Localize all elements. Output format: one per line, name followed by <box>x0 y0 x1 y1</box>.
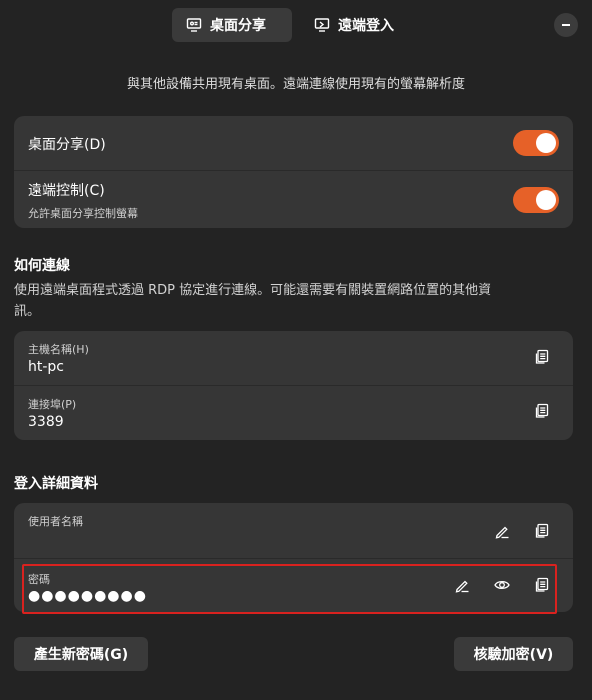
copy-password-button[interactable] <box>528 571 556 599</box>
remote-control-row[interactable]: 遠端控制(C) 允許桌面分享控制螢幕 <box>14 171 573 228</box>
edit-password-button[interactable] <box>448 571 476 599</box>
header-bar: 桌面分享 遠端登入 <box>0 0 592 48</box>
remote-control-switch[interactable] <box>513 187 559 213</box>
minimize-icon <box>562 24 570 26</box>
copy-icon <box>535 403 549 418</box>
desktop-sharing-switch[interactable] <box>513 130 559 156</box>
copy-port-button[interactable] <box>528 397 556 425</box>
remote-login-icon <box>314 18 330 32</box>
password-row: 密碼 ●●●●●●●●● <box>14 559 573 612</box>
desktop-share-icon <box>186 18 202 32</box>
login-heading: 登入詳細資料 <box>14 476 98 492</box>
description-line: 使用遠端桌面程式透過 RDP 協定進行連線。可能還需要有關裝置網路位置的其他資 <box>14 283 492 298</box>
hostname-row: 主機名稱(H) ht-pc <box>14 331 573 385</box>
login-details-card: 使用者名稱 密碼 ●●●●●●●●● <box>14 503 573 612</box>
generate-password-button[interactable]: 產生新密碼(G) <box>14 637 148 671</box>
port-label: 連接埠(P) <box>28 398 77 411</box>
desktop-sharing-row[interactable]: 桌面分享(D) <box>14 116 573 170</box>
copy-icon <box>535 349 549 364</box>
copy-username-button[interactable] <box>528 517 556 545</box>
password-value[interactable]: ●●●●●●●●● <box>28 588 147 604</box>
switch-knob <box>536 190 556 210</box>
sharing-toggles-card: 桌面分享(D) 遠端控制(C) 允許桌面分享控制螢幕 <box>14 116 573 228</box>
tab-label: 遠端登入 <box>338 18 394 34</box>
description-line: 訊。 <box>14 304 41 319</box>
edit-icon <box>455 580 469 593</box>
connection-info-card: 主機名稱(H) ht-pc 連接埠(P) 3389 <box>14 331 573 440</box>
edit-username-button[interactable] <box>488 517 516 545</box>
edit-icon <box>495 526 509 539</box>
copy-hostname-button[interactable] <box>528 343 556 371</box>
tab-label: 桌面分享 <box>210 18 266 34</box>
verify-encryption-button[interactable]: 核驗加密(V) <box>454 637 573 671</box>
show-password-button[interactable] <box>488 571 516 599</box>
port-row: 連接埠(P) 3389 <box>14 386 573 440</box>
copy-icon <box>535 577 549 592</box>
username-row: 使用者名稱 <box>14 503 573 558</box>
port-value: 3389 <box>28 414 64 430</box>
tab-remote-login[interactable]: 遠端登入 <box>300 8 420 42</box>
password-label: 密碼 <box>28 573 50 586</box>
switch-knob <box>536 133 556 153</box>
hostname-value: ht-pc <box>28 359 64 375</box>
page-subtitle: 與其他設備共用現有桌面。遠端連線使用現有的螢幕解析度 <box>126 77 465 92</box>
remote-control-subtitle: 允許桌面分享控制螢幕 <box>28 207 138 220</box>
remote-control-label: 遠端控制(C) <box>28 183 105 199</box>
hostname-label: 主機名稱(H) <box>28 343 89 356</box>
tab-desktop-sharing[interactable]: 桌面分享 <box>172 8 292 42</box>
minimize-button[interactable] <box>554 13 578 37</box>
connect-heading: 如何連線 <box>14 258 70 274</box>
desktop-sharing-label: 桌面分享(D) <box>28 137 106 153</box>
copy-icon <box>535 523 549 538</box>
username-label: 使用者名稱 <box>28 515 83 528</box>
connect-description: 使用遠端桌面程式透過 RDP 協定進行連線。可能還需要有關裝置網路位置的其他資 … <box>14 280 574 322</box>
eye-icon <box>494 580 510 590</box>
